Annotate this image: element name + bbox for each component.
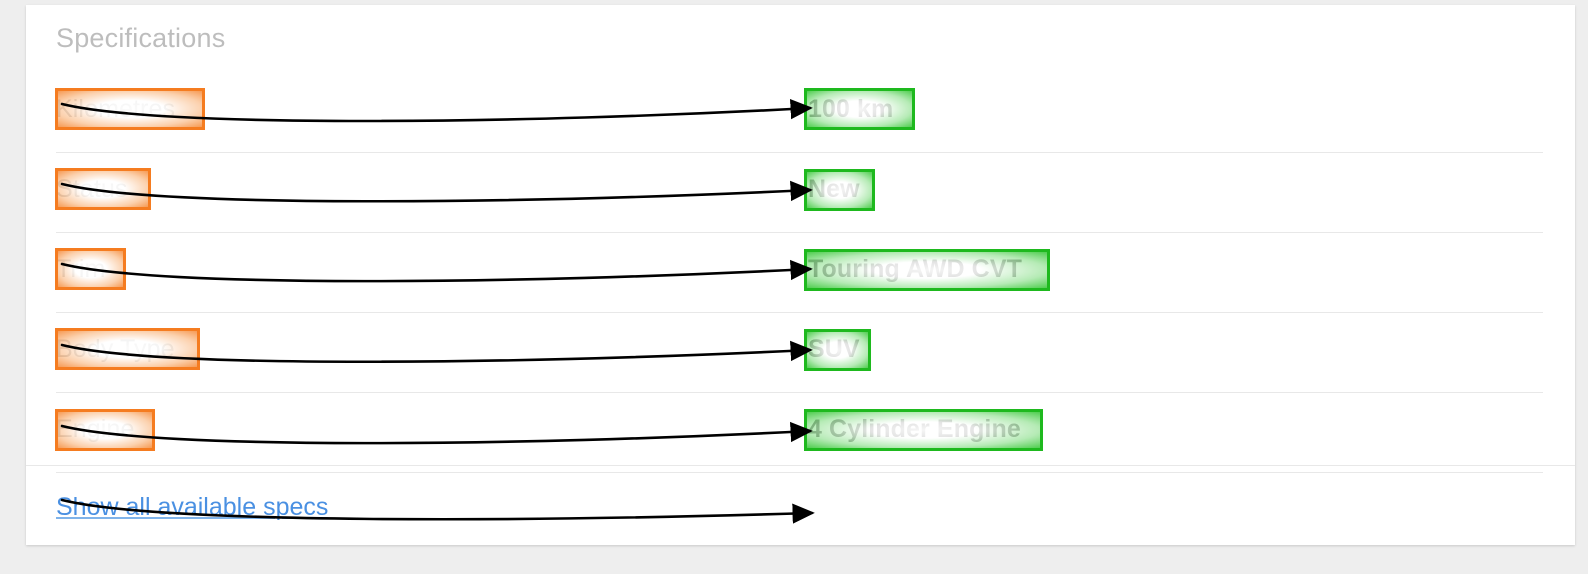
spec-label-body-type: Body Type	[56, 335, 175, 363]
footer-divider	[26, 465, 1575, 466]
spec-value-kilometres: 100 km	[808, 95, 894, 123]
footer-link-area: Show all available specs	[26, 465, 1575, 545]
table-row: Body Type SUV	[26, 313, 1575, 393]
spec-label-status: Status	[56, 175, 128, 203]
page-title: Specifications	[56, 23, 226, 53]
show-all-specs-link[interactable]: Show all available specs	[56, 493, 328, 522]
spec-label-trim: Trim	[56, 255, 106, 283]
specifications-card: Specifications Kilometres 100 km Status …	[26, 5, 1575, 545]
table-row: Engine 4 Cylinder Engine	[26, 393, 1575, 473]
table-row: Kilometres 100 km	[26, 73, 1575, 153]
spec-value-status: New	[808, 175, 860, 203]
spec-value-trim: Touring AWD CVT	[808, 255, 1022, 283]
table-row: Status New	[26, 153, 1575, 233]
spec-label-engine: Engine	[56, 415, 135, 443]
spec-label-kilometres: Kilometres	[56, 95, 176, 123]
spec-value-body-type: SUV	[808, 335, 860, 363]
table-row: Trim Touring AWD CVT	[26, 233, 1575, 313]
spec-value-engine: 4 Cylinder Engine	[808, 415, 1021, 443]
